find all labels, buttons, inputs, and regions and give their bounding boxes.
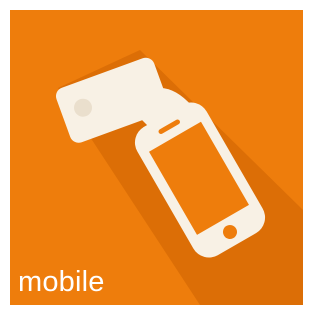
mobile-tile[interactable]: mobile	[10, 10, 303, 305]
tile-frame: mobile	[0, 0, 311, 312]
tile-label: mobile	[18, 266, 105, 298]
mobile-payment-card-icon	[55, 50, 303, 305]
